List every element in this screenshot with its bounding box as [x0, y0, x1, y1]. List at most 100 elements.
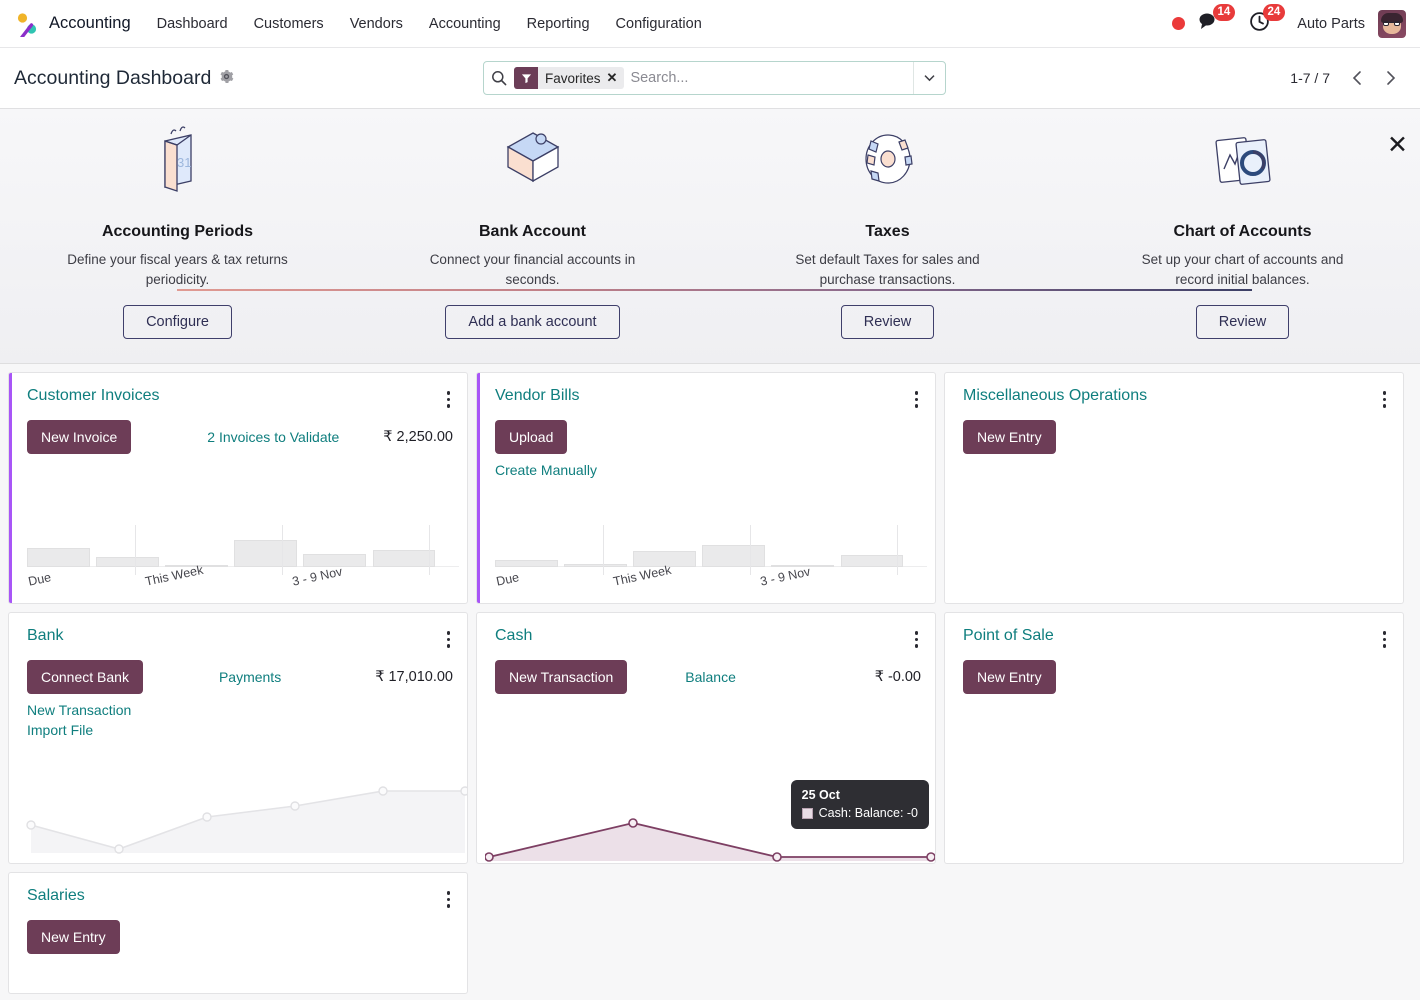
puzzle-bank-icon: [496, 127, 570, 197]
configure-button[interactable]: Configure: [123, 305, 232, 340]
pager-range: 1-7 / 7: [1290, 70, 1330, 86]
kebab-menu-icon[interactable]: [444, 387, 454, 412]
new-entry-button-pos[interactable]: New Entry: [963, 659, 1056, 694]
odoo-accounting-logo-icon: [14, 11, 40, 39]
messages-badge: 14: [1212, 4, 1236, 21]
filter-funnel-icon: [514, 67, 538, 89]
x-tick-label: 3 - 9 Nov: [758, 564, 812, 589]
review-taxes-button[interactable]: Review: [840, 305, 935, 340]
avatar[interactable]: [1378, 9, 1406, 38]
brand-name: Accounting: [49, 14, 131, 32]
onboarding-step-title: Bank Account: [479, 223, 586, 240]
messages-button[interactable]: 14: [1198, 4, 1236, 36]
onboarding-step-desc: Set default Taxes for sales and purchase…: [795, 252, 980, 287]
new-entry-button-misc[interactable]: New Entry: [963, 419, 1056, 454]
onboarding-step-title: Taxes: [865, 223, 910, 240]
card-title-point-of-sale[interactable]: Point of Sale: [963, 627, 1054, 645]
chevron-down-icon[interactable]: [913, 62, 945, 94]
control-panel: Accounting Dashboard Favorites ✕ Search.…: [0, 48, 1420, 109]
svg-text:31: 31: [177, 155, 191, 170]
card-title-salaries[interactable]: Salaries: [27, 887, 85, 905]
search-facet-favorites[interactable]: Favorites ✕: [514, 67, 625, 89]
onboarding-banner: ✕ 31 Accounting Periods Define your fisc…: [0, 109, 1420, 364]
nav-item-accounting[interactable]: Accounting: [429, 16, 501, 32]
recording-dot-icon: [1172, 17, 1186, 30]
gear-taxes-icon: [853, 127, 923, 197]
search-view[interactable]: Favorites ✕: [483, 61, 946, 95]
new-transaction-button-cash[interactable]: New Transaction: [495, 659, 628, 694]
kebab-menu-icon[interactable]: [444, 887, 454, 912]
customer-invoices-bar-chart[interactable]: Due This Week 3 - 9 Nov: [27, 503, 459, 603]
onboarding-step-accounting-periods: 31 Accounting Periods Define your fiscal…: [0, 126, 355, 340]
kebab-menu-icon[interactable]: [912, 627, 922, 652]
import-file-link[interactable]: Import File: [27, 722, 93, 738]
bank-line-chart[interactable]: [25, 769, 467, 859]
kebab-menu-icon[interactable]: [1380, 387, 1390, 412]
new-invoice-button[interactable]: New Invoice: [27, 419, 132, 454]
close-x-icon[interactable]: ✕: [607, 67, 625, 89]
kebab-menu-icon[interactable]: [912, 387, 922, 412]
card-title-cash[interactable]: Cash: [495, 627, 532, 645]
x-tick-label: Due: [27, 570, 53, 589]
onboarding-step-bank-account: Bank Account Connect your financial acco…: [355, 127, 710, 340]
onboarding-step-chart-of-accounts: Chart of Accounts Set up your chart of a…: [1065, 127, 1420, 340]
review-chart-of-accounts-button[interactable]: Review: [1195, 305, 1290, 340]
card-miscellaneous-operations: Miscellaneous Operations New Entry: [944, 372, 1404, 604]
cash-line-chart[interactable]: [485, 745, 935, 863]
cash-amount: ₹ -0.00: [874, 668, 921, 685]
connect-bank-button[interactable]: Connect Bank: [27, 659, 143, 694]
gear-icon[interactable]: [219, 69, 234, 87]
nav-item-vendors[interactable]: Vendors: [350, 16, 403, 32]
card-title-vendor-bills[interactable]: Vendor Bills: [495, 387, 580, 405]
card-title-customer-invoices[interactable]: Customer Invoices: [27, 387, 160, 405]
activities-badge: 24: [1262, 3, 1286, 21]
x-tick-label: Due: [495, 570, 521, 589]
bank-payments-link[interactable]: Payments: [219, 669, 281, 685]
page-title: Accounting Dashboard: [14, 66, 212, 89]
add-bank-account-button[interactable]: Add a bank account: [445, 305, 620, 340]
onboarding-step-desc: Define your fiscal years & tax returns p…: [67, 252, 288, 287]
card-point-of-sale: Point of Sale New Entry: [944, 612, 1404, 864]
kebab-menu-icon[interactable]: [1380, 627, 1390, 652]
onboarding-step-title: Accounting Periods: [101, 223, 254, 240]
onboarding-step-desc: Set up your chart of accounts and record…: [1141, 252, 1344, 287]
top-navbar: Accounting Dashboard Customers Vendors A…: [0, 0, 1420, 48]
chevron-right-icon[interactable]: [1376, 63, 1406, 93]
upload-button[interactable]: Upload: [495, 419, 568, 454]
brand[interactable]: Accounting: [14, 11, 131, 39]
new-entry-button-salaries[interactable]: New Entry: [27, 919, 120, 954]
nav-item-reporting[interactable]: Reporting: [527, 16, 590, 32]
card-title-misc-operations[interactable]: Miscellaneous Operations: [963, 387, 1147, 405]
onboarding-step-desc: Connect your financial accounts in secon…: [429, 252, 636, 287]
activities-button[interactable]: 24: [1249, 3, 1286, 37]
create-manually-link[interactable]: Create Manually: [495, 462, 597, 478]
cash-balance-link[interactable]: Balance: [685, 669, 736, 685]
chart-of-accounts-icon: [1208, 127, 1278, 197]
search-icon: [484, 70, 514, 86]
user-menu-name[interactable]: Auto Parts: [1297, 16, 1365, 32]
pager: 1-7 / 7: [1290, 63, 1406, 93]
bank-amount: ₹ 17,010.00: [375, 668, 453, 685]
new-transaction-link[interactable]: New Transaction: [27, 702, 131, 718]
breadcrumb: Accounting Dashboard: [14, 67, 234, 90]
card-customer-invoices: Customer Invoices New Invoice 2 Invoices…: [8, 372, 468, 604]
navbar-right-tools: 14 24 Auto Parts: [1172, 3, 1406, 38]
card-title-bank[interactable]: Bank: [27, 627, 63, 645]
vendor-bills-bar-chart[interactable]: Due This Week 3 - 9 Nov: [495, 503, 927, 603]
onboarding-step-title: Chart of Accounts: [1173, 223, 1312, 240]
calendar-31-icon: 31: [147, 126, 209, 197]
invoices-to-validate-link[interactable]: 2 Invoices to Validate: [207, 429, 339, 445]
card-salaries: Salaries New Entry: [8, 872, 468, 994]
onboarding-step-taxes: Taxes Set default Taxes for sales and pu…: [710, 127, 1065, 340]
kebab-menu-icon[interactable]: [444, 627, 454, 652]
nav-item-dashboard[interactable]: Dashboard: [157, 16, 228, 32]
card-bank: Bank Connect Bank Payments ₹ 17,010.00 N…: [8, 612, 468, 864]
nav-item-configuration[interactable]: Configuration: [616, 16, 702, 32]
nav-menu: Dashboard Customers Vendors Accounting R…: [157, 16, 702, 32]
card-cash: Cash New Transaction Balance ₹ -0.00 25 …: [476, 612, 936, 864]
search-input[interactable]: [630, 62, 913, 94]
chevron-left-icon[interactable]: [1342, 63, 1372, 93]
nav-item-customers[interactable]: Customers: [254, 16, 324, 32]
card-vendor-bills: Vendor Bills Upload Create Manually Due …: [476, 372, 936, 604]
dashboard-grid: Customer Invoices New Invoice 2 Invoices…: [0, 364, 1420, 1000]
